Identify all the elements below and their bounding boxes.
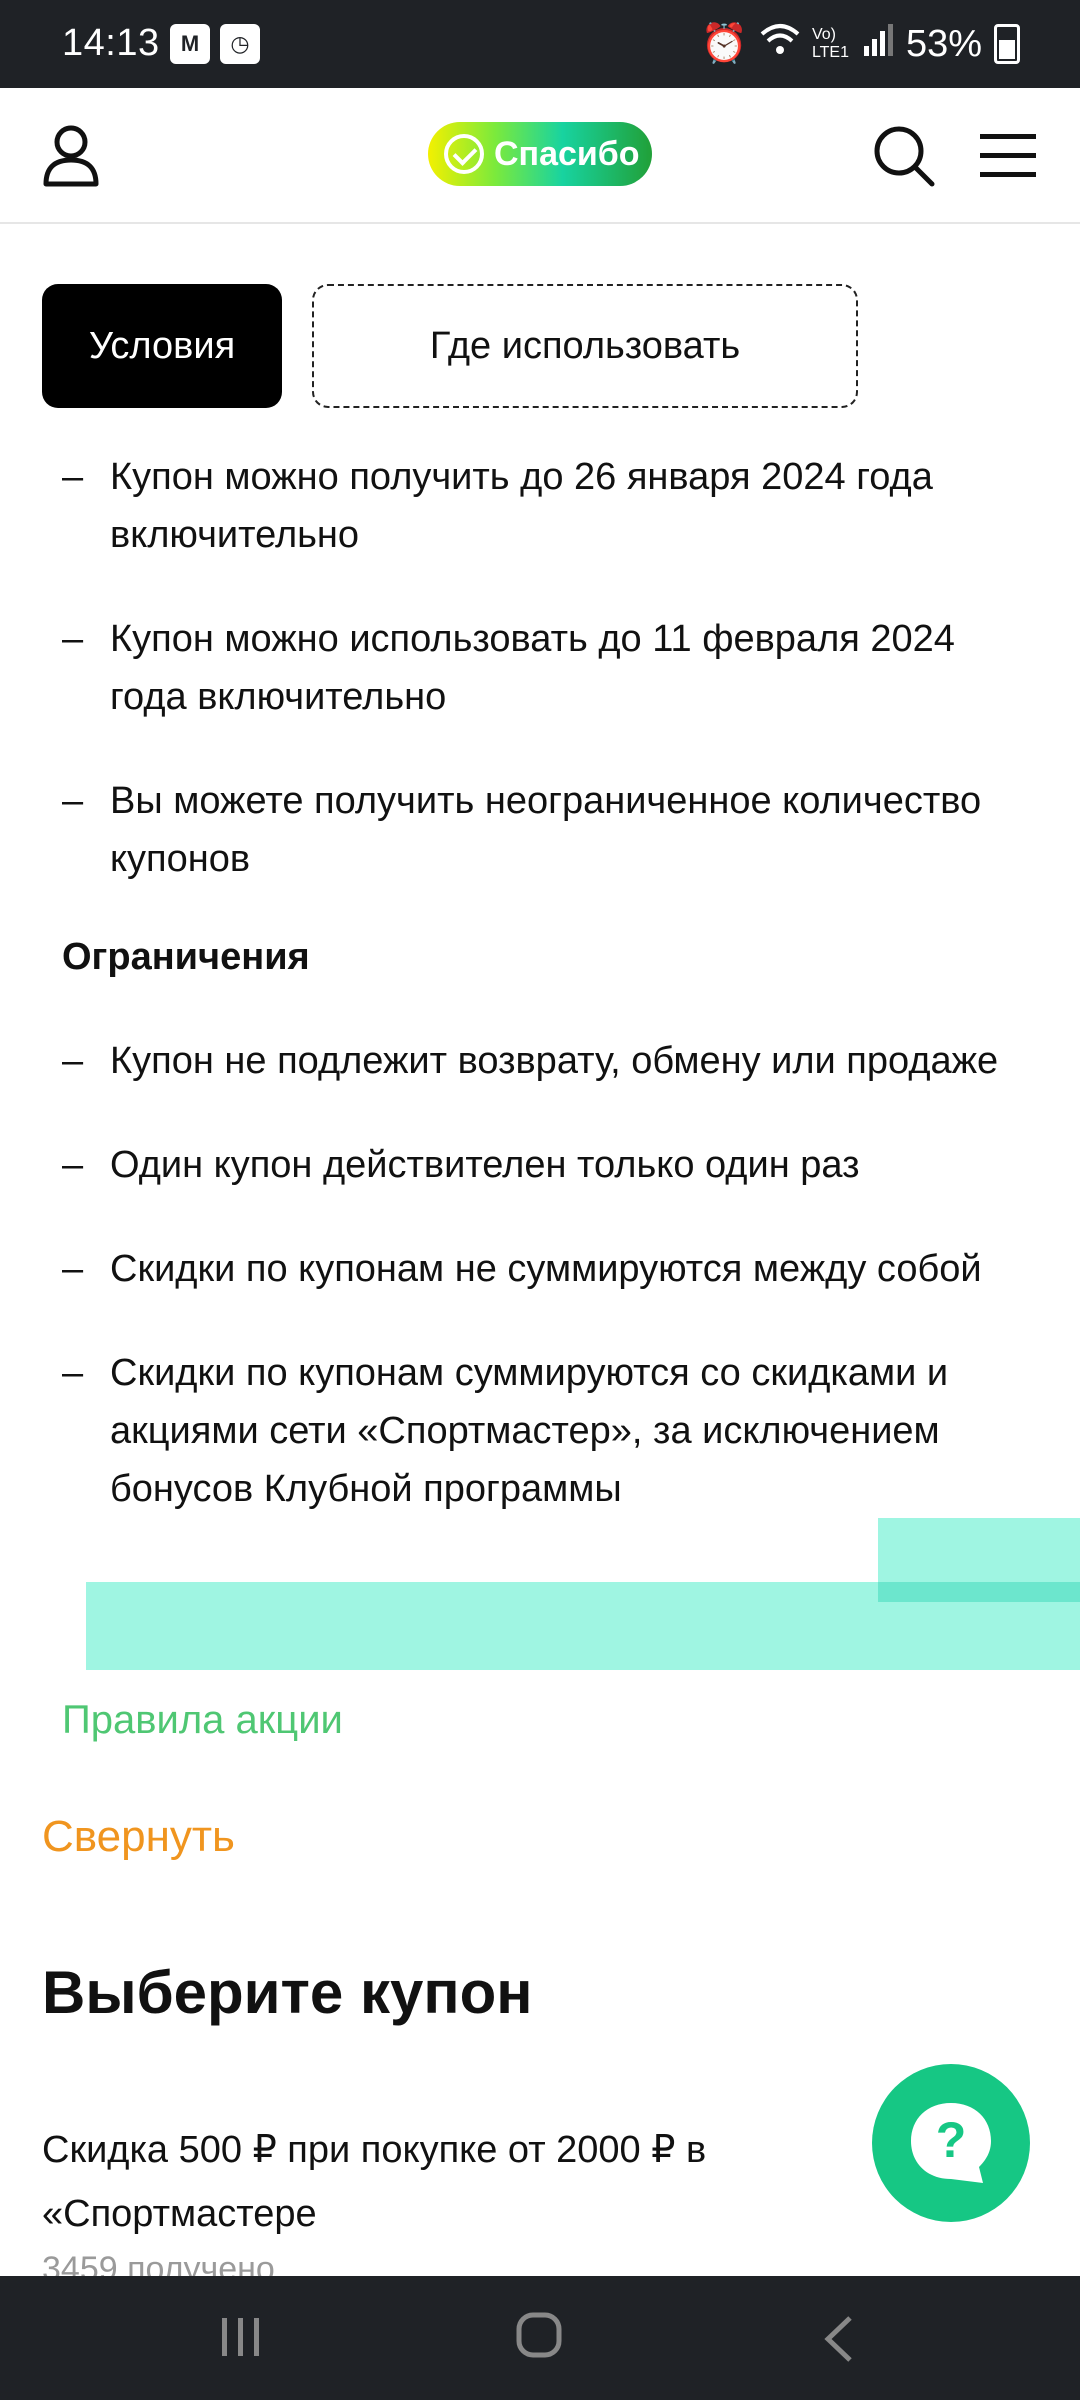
- app-header: Спасибо: [0, 88, 1080, 224]
- list-item: – Вы можете получить неограниченное коли…: [62, 780, 982, 880]
- recent-apps-icon[interactable]: [218, 2314, 264, 2360]
- search-icon[interactable]: [872, 124, 936, 188]
- list-item: – Один купон действителен только один ра…: [62, 1144, 860, 1186]
- help-chat-button[interactable]: ?: [872, 2064, 1030, 2222]
- tab-where-to-use[interactable]: Где использовать: [312, 284, 858, 408]
- status-right: ⏰ Vo) LTE1 53%: [701, 22, 1020, 66]
- collapse-link[interactable]: Свернуть: [42, 1812, 235, 1862]
- wifi-icon: [760, 22, 800, 66]
- list-item: – Купон можно использовать до 11 февраля…: [62, 618, 955, 718]
- list-item: – Скидки по купонам не суммируются между…: [62, 1248, 982, 1290]
- notification-icons: M ◷: [170, 24, 260, 64]
- system-nav-bar: [0, 2276, 1080, 2400]
- home-icon[interactable]: [514, 2310, 564, 2360]
- status-time: 14:13: [62, 22, 160, 64]
- back-icon[interactable]: [820, 2314, 860, 2364]
- question-chat-icon: ?: [911, 2103, 991, 2183]
- hamburger-menu-icon[interactable]: [980, 132, 1036, 180]
- coupon-description[interactable]: Скидка 500 ₽ при покупке от 2000 ₽ в «Сп…: [42, 2118, 862, 2246]
- conditions-content: – Купон можно получить до 26 января 2024…: [62, 448, 1022, 1564]
- promo-rules-link[interactable]: Правила акции: [62, 1698, 343, 1743]
- clock-notification-icon: ◷: [220, 24, 260, 64]
- text-highlight: [878, 1582, 1080, 1602]
- list-item: – Скидки по купонам суммируются со скидк…: [62, 1352, 949, 1510]
- app-notification-icon: M: [170, 24, 210, 64]
- svg-text:?: ?: [936, 2112, 967, 2168]
- status-bar: 14:13 M ◷ ⏰ Vo) LTE1 53%: [0, 0, 1080, 88]
- signal-icon: [863, 22, 894, 66]
- spasibo-logo[interactable]: Спасибо: [428, 122, 652, 186]
- alarm-icon: ⏰: [700, 23, 748, 65]
- page-title: Выберите купон: [42, 1959, 533, 2026]
- profile-icon[interactable]: [42, 124, 100, 188]
- list-item: – Купон можно получить до 26 января 2024…: [62, 456, 933, 556]
- battery-icon: [994, 24, 1020, 64]
- list-item: – Купон не подлежит возврату, обмену или…: [62, 1040, 999, 1082]
- battery-percent: 53%: [905, 22, 982, 65]
- restrictions-heading: Ограничения: [62, 936, 310, 978]
- tab-conditions[interactable]: Условия: [42, 284, 282, 408]
- logo-text: Спасибо: [494, 134, 640, 173]
- check-icon: [444, 134, 484, 174]
- lte-label: Vo) LTE1: [811, 26, 849, 61]
